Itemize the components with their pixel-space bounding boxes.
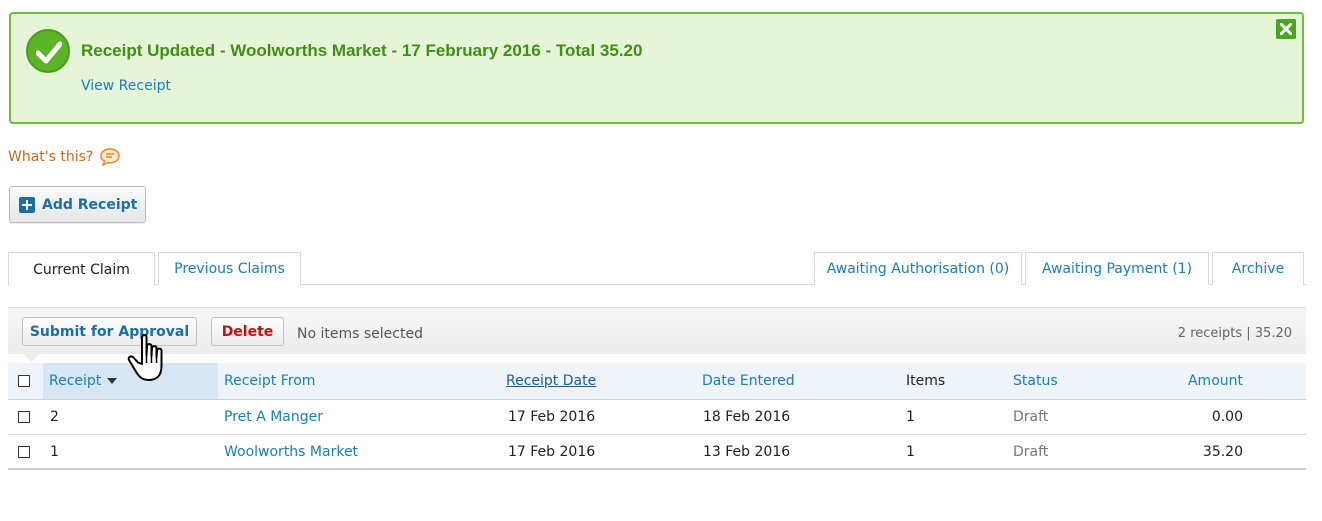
status-text: Draft <box>1013 409 1049 425</box>
table-row: 1 Woolworths Market 17 Feb 2016 13 Feb 2… <box>8 435 1306 470</box>
notice-title: Receipt Updated - Woolworths Market - 17… <box>81 41 643 60</box>
column-date-entered-label: Date Entered <box>702 373 795 389</box>
column-amount[interactable]: Amount <box>1188 363 1243 399</box>
speech-bubble-icon <box>99 147 121 167</box>
view-receipt-link[interactable]: View Receipt <box>81 78 171 94</box>
column-status[interactable]: Status <box>1013 363 1058 399</box>
delete-button[interactable]: Delete <box>211 317 284 346</box>
receipts-table: Receipt Receipt From Receipt Date Date E… <box>8 363 1306 470</box>
tab-awaiting-payment[interactable]: Awaiting Payment (1) <box>1025 252 1209 285</box>
amount: 0.00 <box>1211 409 1243 425</box>
column-receipt-label: Receipt <box>49 373 102 389</box>
add-receipt-label: Add Receipt <box>42 196 138 213</box>
tab-current-claim[interactable]: Current Claim <box>8 252 155 286</box>
column-receipt[interactable]: Receipt <box>49 363 118 399</box>
tab-previous-claims[interactable]: Previous Claims <box>158 252 301 285</box>
receipt-date: 17 Feb 2016 <box>508 409 596 425</box>
table-row: 2 Pret A Manger 17 Feb 2016 18 Feb 2016 … <box>8 400 1306 435</box>
date-entered: 18 Feb 2016 <box>703 409 791 425</box>
plus-icon <box>19 196 35 213</box>
add-receipt-button[interactable]: Add Receipt <box>9 186 146 223</box>
check-circle-icon <box>26 29 70 73</box>
toolbar-pointer <box>23 354 39 362</box>
claim-toolbar: Submit for Approval Delete No items sele… <box>8 307 1306 362</box>
selection-status: No items selected <box>297 326 423 342</box>
close-icon[interactable] <box>1276 19 1296 39</box>
table-header: Receipt Receipt From Receipt Date Date E… <box>8 363 1306 400</box>
column-receipt-from[interactable]: Receipt From <box>224 363 315 399</box>
tab-archive[interactable]: Archive <box>1212 252 1304 285</box>
items-count: 1 <box>906 443 915 460</box>
column-items-label: Items <box>906 373 946 389</box>
column-receipt-date-label: Receipt Date <box>506 373 597 389</box>
column-receipt-date[interactable]: Receipt Date <box>506 363 596 399</box>
status-text: Draft <box>1013 443 1049 460</box>
column-status-label: Status <box>1013 373 1058 389</box>
receipt-number: 2 <box>50 409 59 425</box>
receipt-number: 1 <box>50 443 59 460</box>
date-entered: 13 Feb 2016 <box>703 443 791 460</box>
row-checkbox[interactable] <box>18 411 30 423</box>
column-amount-label: Amount <box>1187 373 1243 389</box>
sort-down-icon <box>107 378 118 384</box>
receipt-date: 17 Feb 2016 <box>508 443 596 460</box>
items-count: 1 <box>906 409 915 425</box>
column-date-entered[interactable]: Date Entered <box>702 363 795 399</box>
whats-this-link[interactable]: What's this? <box>8 147 121 167</box>
receipt-from-link[interactable]: Woolworths Market <box>224 435 358 468</box>
claim-summary: 2 receipts | 35.20 <box>1177 326 1292 341</box>
success-notice: Receipt Updated - Woolworths Market - 17… <box>9 12 1304 124</box>
row-checkbox[interactable] <box>18 446 30 458</box>
amount: 35.20 <box>1202 443 1243 460</box>
column-receipt-from-label: Receipt From <box>224 373 316 389</box>
whats-this-label: What's this? <box>8 149 94 165</box>
hand-pointer-icon <box>127 333 177 389</box>
select-all-checkbox[interactable] <box>18 375 30 387</box>
tab-awaiting-authorisation[interactable]: Awaiting Authorisation (0) <box>814 252 1022 285</box>
receipt-from-link[interactable]: Pret A Manger <box>224 400 323 434</box>
column-items: Items <box>906 363 945 399</box>
